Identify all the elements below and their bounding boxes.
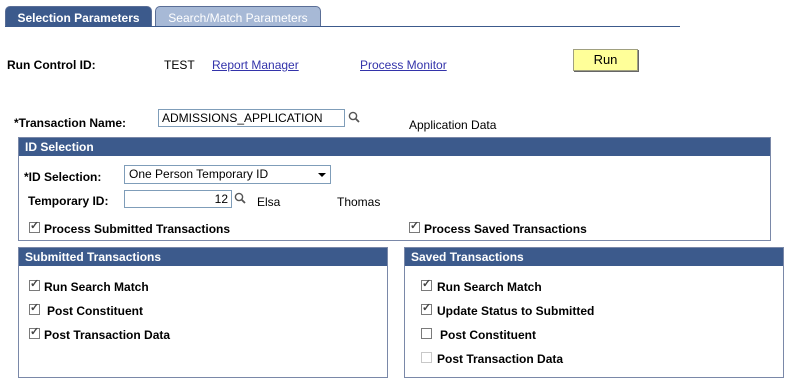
submitted-post-transaction-data-label: Post Transaction Data [44,328,171,342]
process-monitor-link[interactable]: Process Monitor [360,58,447,72]
last-name: Thomas [337,195,381,209]
first-name: Elsa [257,195,281,209]
submitted-run-search-match-checkbox[interactable] [29,277,40,291]
transaction-name-input[interactable]: ADMISSIONS_APPLICATION [158,109,345,127]
id-selection-label: *ID Selection: [24,170,102,184]
id-selection-header: ID Selection [19,138,770,156]
run-control-label: Run Control ID: [7,58,96,72]
process-submitted-label: Process Submitted Transactions [44,222,231,236]
saved-transactions-header: Saved Transactions [405,248,783,266]
submitted-run-search-match-label: Run Search Match [44,280,149,294]
process-submitted-checkbox[interactable] [29,219,40,233]
id-selection-dropdown[interactable]: One Person Temporary ID [124,165,331,184]
id-selection-value: One Person Temporary ID [129,167,269,181]
temporary-id-label: Temporary ID: [28,194,109,208]
process-saved-label: Process Saved Transactions [424,222,587,236]
transaction-name-label: *Transaction Name: [14,116,127,130]
report-manager-link[interactable]: Report Manager [212,58,299,72]
saved-post-transaction-data-checkbox[interactable] [421,352,432,363]
tab-underline [5,26,680,27]
saved-post-constituent-label: Post Constituent [440,328,536,342]
saved-post-transaction-data-label: Post Transaction Data [437,352,564,366]
submitted-post-constituent-label: Post Constituent [47,304,143,318]
temporary-id-input[interactable]: 12 [124,190,232,208]
tab-search-match-parameters[interactable]: Search/Match Parameters [155,6,321,27]
saved-run-search-match-label: Run Search Match [437,280,542,294]
submitted-post-transaction-data-checkbox[interactable] [29,325,40,339]
saved-update-status-checkbox[interactable] [421,301,432,315]
tab-selection-parameters[interactable]: Selection Parameters [5,6,152,27]
chevron-down-icon [318,173,326,177]
temporary-id-lookup-icon[interactable] [234,192,246,204]
submitted-post-constituent-checkbox[interactable] [29,301,40,315]
submitted-transactions-header: Submitted Transactions [19,248,387,266]
run-button[interactable]: Run [573,49,638,71]
transaction-lookup-icon[interactable] [348,111,360,123]
process-saved-checkbox[interactable] [409,219,420,233]
transaction-description: Application Data [409,118,497,132]
saved-post-constituent-checkbox[interactable] [421,328,432,339]
saved-update-status-label: Update Status to Submitted [437,304,595,318]
saved-run-search-match-checkbox[interactable] [421,277,432,291]
run-control-value: TEST [164,58,195,72]
